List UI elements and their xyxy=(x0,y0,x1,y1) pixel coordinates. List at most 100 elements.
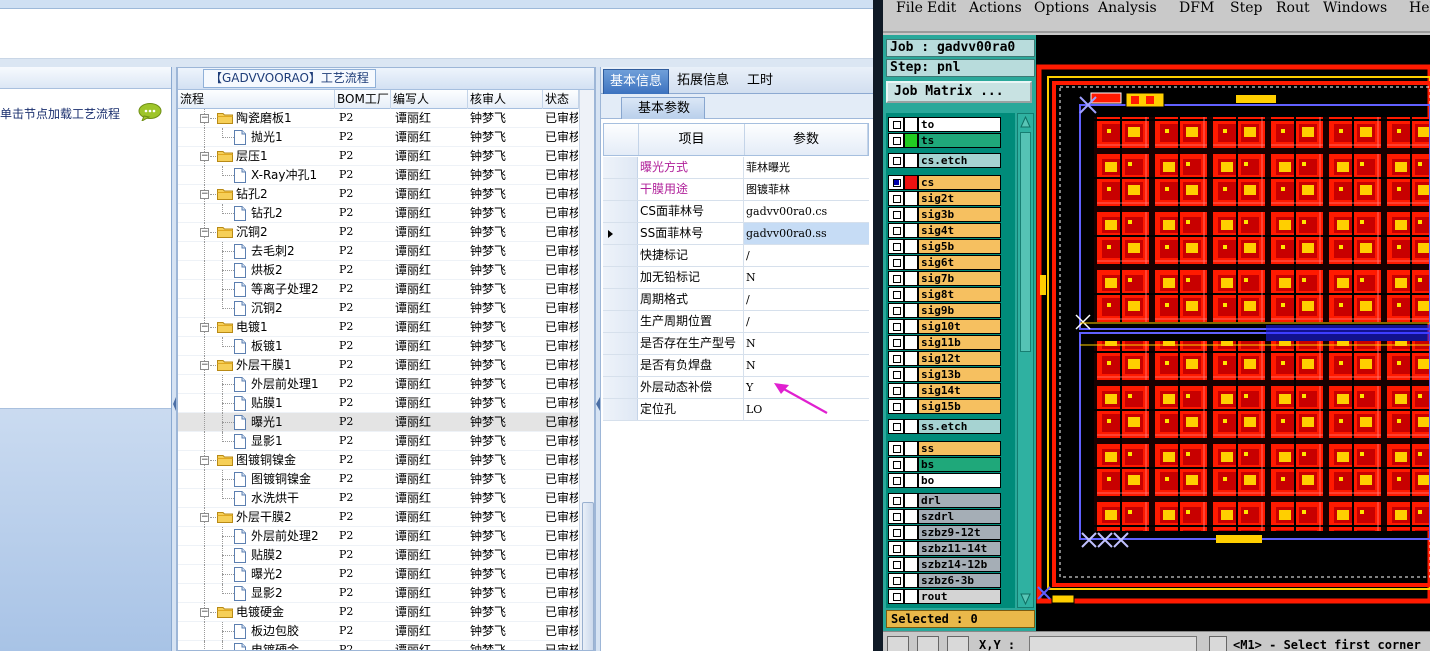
tree-step-row[interactable]: 贴膜1 P2 谭丽红 钟梦飞 已审核 xyxy=(178,394,578,413)
menu-actions[interactable]: Actions xyxy=(969,0,1022,16)
row-indicator[interactable] xyxy=(603,157,638,178)
layer-select-checkbox[interactable] xyxy=(888,207,904,222)
layer-select-checkbox[interactable] xyxy=(888,271,904,286)
scroll-down-icon[interactable] xyxy=(1020,593,1031,605)
layer-row-ts[interactable]: ts xyxy=(888,133,1005,148)
layer-select-checkbox[interactable] xyxy=(888,573,904,588)
layer-name[interactable]: sig3b xyxy=(918,207,1001,222)
layer-name[interactable]: sig12t xyxy=(918,351,1001,366)
layer-name[interactable]: sig13b xyxy=(918,367,1001,382)
layer-select-checkbox[interactable] xyxy=(888,509,904,524)
layer-select-checkbox[interactable] xyxy=(888,493,904,508)
layer-name[interactable]: szbz14-12b xyxy=(918,557,1001,572)
tree-step-row[interactable]: X-Ray冲孔1 P2 谭丽红 钟梦飞 已审核 xyxy=(178,166,578,185)
param-row[interactable]: 生产周期位置 / xyxy=(603,311,869,333)
column-header-writer[interactable]: 编写人 xyxy=(391,90,468,109)
layer-color-swatch[interactable] xyxy=(904,419,918,434)
row-indicator[interactable] xyxy=(603,267,638,288)
layer-color-swatch[interactable] xyxy=(904,207,918,222)
tab-extended-info[interactable]: 拓展信息 xyxy=(671,69,735,94)
column-header-param[interactable]: 参数 xyxy=(745,124,868,155)
layer-name[interactable]: szbz9-12t xyxy=(918,525,1001,540)
tree-group-row[interactable]: − 沉铜2 P2 谭丽红 钟梦飞 已审核 xyxy=(178,223,578,242)
layer-color-swatch[interactable] xyxy=(904,509,918,524)
layer-name[interactable]: sig9b xyxy=(918,303,1001,318)
layer-row-bs[interactable]: bs xyxy=(888,457,1005,472)
menu-dfm[interactable]: DFM xyxy=(1179,0,1214,16)
layer-select-checkbox[interactable] xyxy=(888,457,904,472)
layer-row-sig6t[interactable]: sig6t xyxy=(888,255,1005,270)
tree-step-row[interactable]: 抛光1 P2 谭丽红 钟梦飞 已审核 xyxy=(178,128,578,147)
collapse-toggle-icon[interactable]: − xyxy=(200,152,209,161)
menu-rout[interactable]: Rout xyxy=(1276,0,1310,16)
column-header-reviewer[interactable]: 核审人 xyxy=(468,90,543,109)
layer-name[interactable]: rout xyxy=(918,589,1001,604)
layer-color-swatch[interactable] xyxy=(904,441,918,456)
layer-name[interactable]: ss xyxy=(918,441,1001,456)
layer-select-checkbox[interactable] xyxy=(888,223,904,238)
tab-basic-info[interactable]: 基本信息 xyxy=(603,69,670,94)
collapse-toggle-icon[interactable]: − xyxy=(200,361,209,370)
tree-step-row[interactable]: 显影2 P2 谭丽红 钟梦飞 已审核 xyxy=(178,584,578,603)
layer-color-swatch[interactable] xyxy=(904,367,918,382)
menu-edit[interactable]: Edit xyxy=(927,0,956,16)
row-indicator[interactable] xyxy=(603,377,638,398)
tree-group-row[interactable]: − 外层干膜1 P2 谭丽红 钟梦飞 已审核 xyxy=(178,356,578,375)
layer-name[interactable]: to xyxy=(918,117,1001,132)
layer-name[interactable]: cs xyxy=(918,175,1001,190)
layer-select-checkbox[interactable] xyxy=(888,473,904,488)
param-value[interactable]: / xyxy=(744,245,869,266)
param-row[interactable]: 快捷标记 / xyxy=(603,245,869,267)
layer-color-swatch[interactable] xyxy=(904,191,918,206)
param-value[interactable]: / xyxy=(744,289,869,310)
layer-name[interactable]: ts xyxy=(918,133,1001,148)
layer-row-szbz14-12b[interactable]: szbz14-12b xyxy=(888,557,1005,572)
layer-list-scrollbar[interactable] xyxy=(1017,113,1034,608)
pcb-graphics-canvas[interactable] xyxy=(1036,35,1430,631)
tree-step-row[interactable]: 显影1 P2 谭丽红 钟梦飞 已审核 xyxy=(178,432,578,451)
layer-select-checkbox[interactable] xyxy=(888,319,904,334)
layer-row-sig4t[interactable]: sig4t xyxy=(888,223,1005,238)
row-indicator[interactable] xyxy=(603,223,638,244)
layer-select-checkbox[interactable] xyxy=(888,441,904,456)
layer-select-checkbox[interactable] xyxy=(888,175,904,190)
layer-color-swatch[interactable] xyxy=(904,541,918,556)
collapse-toggle-icon[interactable]: − xyxy=(200,228,209,237)
param-value[interactable]: N xyxy=(744,267,869,288)
layer-row-sig12t[interactable]: sig12t xyxy=(888,351,1005,366)
layer-row-cs.etch[interactable]: cs.etch xyxy=(888,153,1005,168)
layer-color-swatch[interactable] xyxy=(904,153,918,168)
layer-select-checkbox[interactable] xyxy=(888,117,904,132)
collapse-toggle-icon[interactable]: − xyxy=(200,456,209,465)
job-matrix-button[interactable]: Job Matrix ... xyxy=(886,81,1032,103)
tree-step-row[interactable]: 烘板2 P2 谭丽红 钟梦飞 已审核 xyxy=(178,261,578,280)
tree-step-row[interactable]: 等离子处理2 P2 谭丽红 钟梦飞 已审核 xyxy=(178,280,578,299)
tree-group-row[interactable]: − 层压1 P2 谭丽红 钟梦飞 已审核 xyxy=(178,147,578,166)
scroll-up-icon[interactable] xyxy=(1020,116,1031,128)
layer-color-swatch[interactable] xyxy=(904,255,918,270)
menu-windows[interactable]: Windows xyxy=(1323,0,1387,16)
param-value[interactable]: gadvv00ra0.cs xyxy=(744,201,869,222)
layer-select-checkbox[interactable] xyxy=(888,399,904,414)
row-indicator[interactable] xyxy=(603,179,638,200)
layer-name[interactable]: sig7b xyxy=(918,271,1001,286)
layer-select-checkbox[interactable] xyxy=(888,557,904,572)
layer-color-swatch[interactable] xyxy=(904,287,918,302)
layer-name[interactable]: drl xyxy=(918,493,1001,508)
scrollbar-thumb[interactable] xyxy=(1020,132,1031,352)
layer-color-swatch[interactable] xyxy=(904,319,918,334)
layer-row-sig10t[interactable]: sig10t xyxy=(888,319,1005,334)
collapse-toggle-icon[interactable]: − xyxy=(200,114,209,123)
layer-row-sig8t[interactable]: sig8t xyxy=(888,287,1005,302)
layer-row-drl[interactable]: drl xyxy=(888,493,1005,508)
row-indicator[interactable] xyxy=(603,355,638,376)
row-indicator[interactable] xyxy=(603,245,638,266)
layer-select-checkbox[interactable] xyxy=(888,367,904,382)
layer-row-sig15b[interactable]: sig15b xyxy=(888,399,1005,414)
layer-select-checkbox[interactable] xyxy=(888,239,904,254)
layer-name[interactable]: cs.etch xyxy=(918,153,1001,168)
param-row[interactable]: 曝光方式 菲林曝光 xyxy=(603,157,869,179)
param-value[interactable]: / xyxy=(744,311,869,332)
layer-select-checkbox[interactable] xyxy=(888,589,904,604)
subtab-basic-params[interactable]: 基本参数 xyxy=(621,97,706,119)
